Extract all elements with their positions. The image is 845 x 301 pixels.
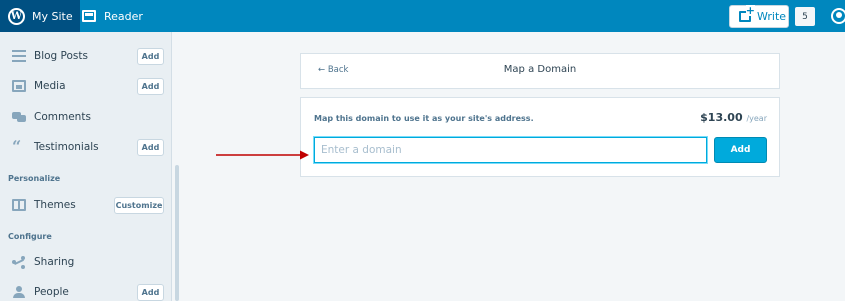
add-media-button[interactable]: Add xyxy=(137,77,164,95)
domain-price: $13.00 /year xyxy=(700,111,767,124)
domain-input[interactable] xyxy=(314,137,707,163)
add-domain-button[interactable]: Add xyxy=(714,137,767,163)
section-configure: Configure xyxy=(8,232,52,241)
sidebar: Blog Posts Add Media Add Comments “ Test… xyxy=(0,32,172,301)
sidebar-item-blog-posts[interactable]: Blog Posts Add xyxy=(0,41,172,71)
customize-button[interactable]: Customize xyxy=(114,196,164,214)
sidebar-item-label: Media xyxy=(34,80,66,92)
masterbar: W My Site Reader Write 5 xyxy=(0,0,845,32)
sidebar-item-label: Testimonials xyxy=(34,141,99,153)
share-icon xyxy=(12,256,26,268)
section-personalize: Personalize xyxy=(8,174,61,183)
avatar[interactable] xyxy=(831,8,845,24)
sidebar-item-sharing[interactable]: Sharing xyxy=(0,247,172,277)
sidebar-item-people[interactable]: People Add xyxy=(0,277,172,301)
back-link[interactable]: ← Back xyxy=(318,65,348,75)
people-icon xyxy=(12,286,26,298)
reader-icon xyxy=(82,10,96,22)
reader-label: Reader xyxy=(104,9,143,23)
wordpress-logo-icon: W xyxy=(8,7,25,25)
posts-icon xyxy=(12,50,26,62)
sidebar-item-themes[interactable]: Themes Customize xyxy=(0,190,172,220)
quote-icon: “ xyxy=(12,137,22,156)
sidebar-item-media[interactable]: Media Add xyxy=(0,71,172,101)
reader-tab[interactable]: Reader xyxy=(82,0,143,32)
media-icon xyxy=(12,80,26,92)
price-period: /year xyxy=(746,114,767,123)
write-label: Write xyxy=(757,10,787,23)
my-site-tab[interactable]: W My Site xyxy=(0,0,80,32)
page-title: Map a Domain xyxy=(503,64,577,75)
add-people-button[interactable]: Add xyxy=(137,283,164,301)
sidebar-item-label: Themes xyxy=(34,199,76,211)
sidebar-item-label: Comments xyxy=(34,111,91,123)
annotation-arrow-icon xyxy=(216,150,309,160)
sidebar-item-testimonials[interactable]: “ Testimonials Add xyxy=(0,132,172,162)
sidebar-item-label: Sharing xyxy=(34,256,75,268)
write-button[interactable]: Write xyxy=(729,5,789,28)
header-card: Map a Domain ← Back xyxy=(300,53,780,89)
themes-icon xyxy=(12,199,26,211)
comments-icon xyxy=(12,111,26,123)
sidebar-item-comments[interactable]: Comments xyxy=(0,102,172,132)
write-icon xyxy=(739,5,755,22)
sidebar-item-label: Blog Posts xyxy=(34,50,88,62)
sidebar-scrollbar[interactable] xyxy=(175,165,179,301)
domain-instructions: Map this domain to use it as your site's… xyxy=(314,114,534,123)
my-site-label: My Site xyxy=(32,9,73,23)
notification-count-badge[interactable]: 5 xyxy=(795,7,815,26)
add-blog-post-button[interactable]: Add xyxy=(137,47,164,65)
price-value: $13.00 xyxy=(700,111,743,124)
sidebar-item-label: People xyxy=(34,286,69,298)
add-testimonial-button[interactable]: Add xyxy=(137,138,164,156)
domain-card: Map this domain to use it as your site's… xyxy=(300,97,780,177)
